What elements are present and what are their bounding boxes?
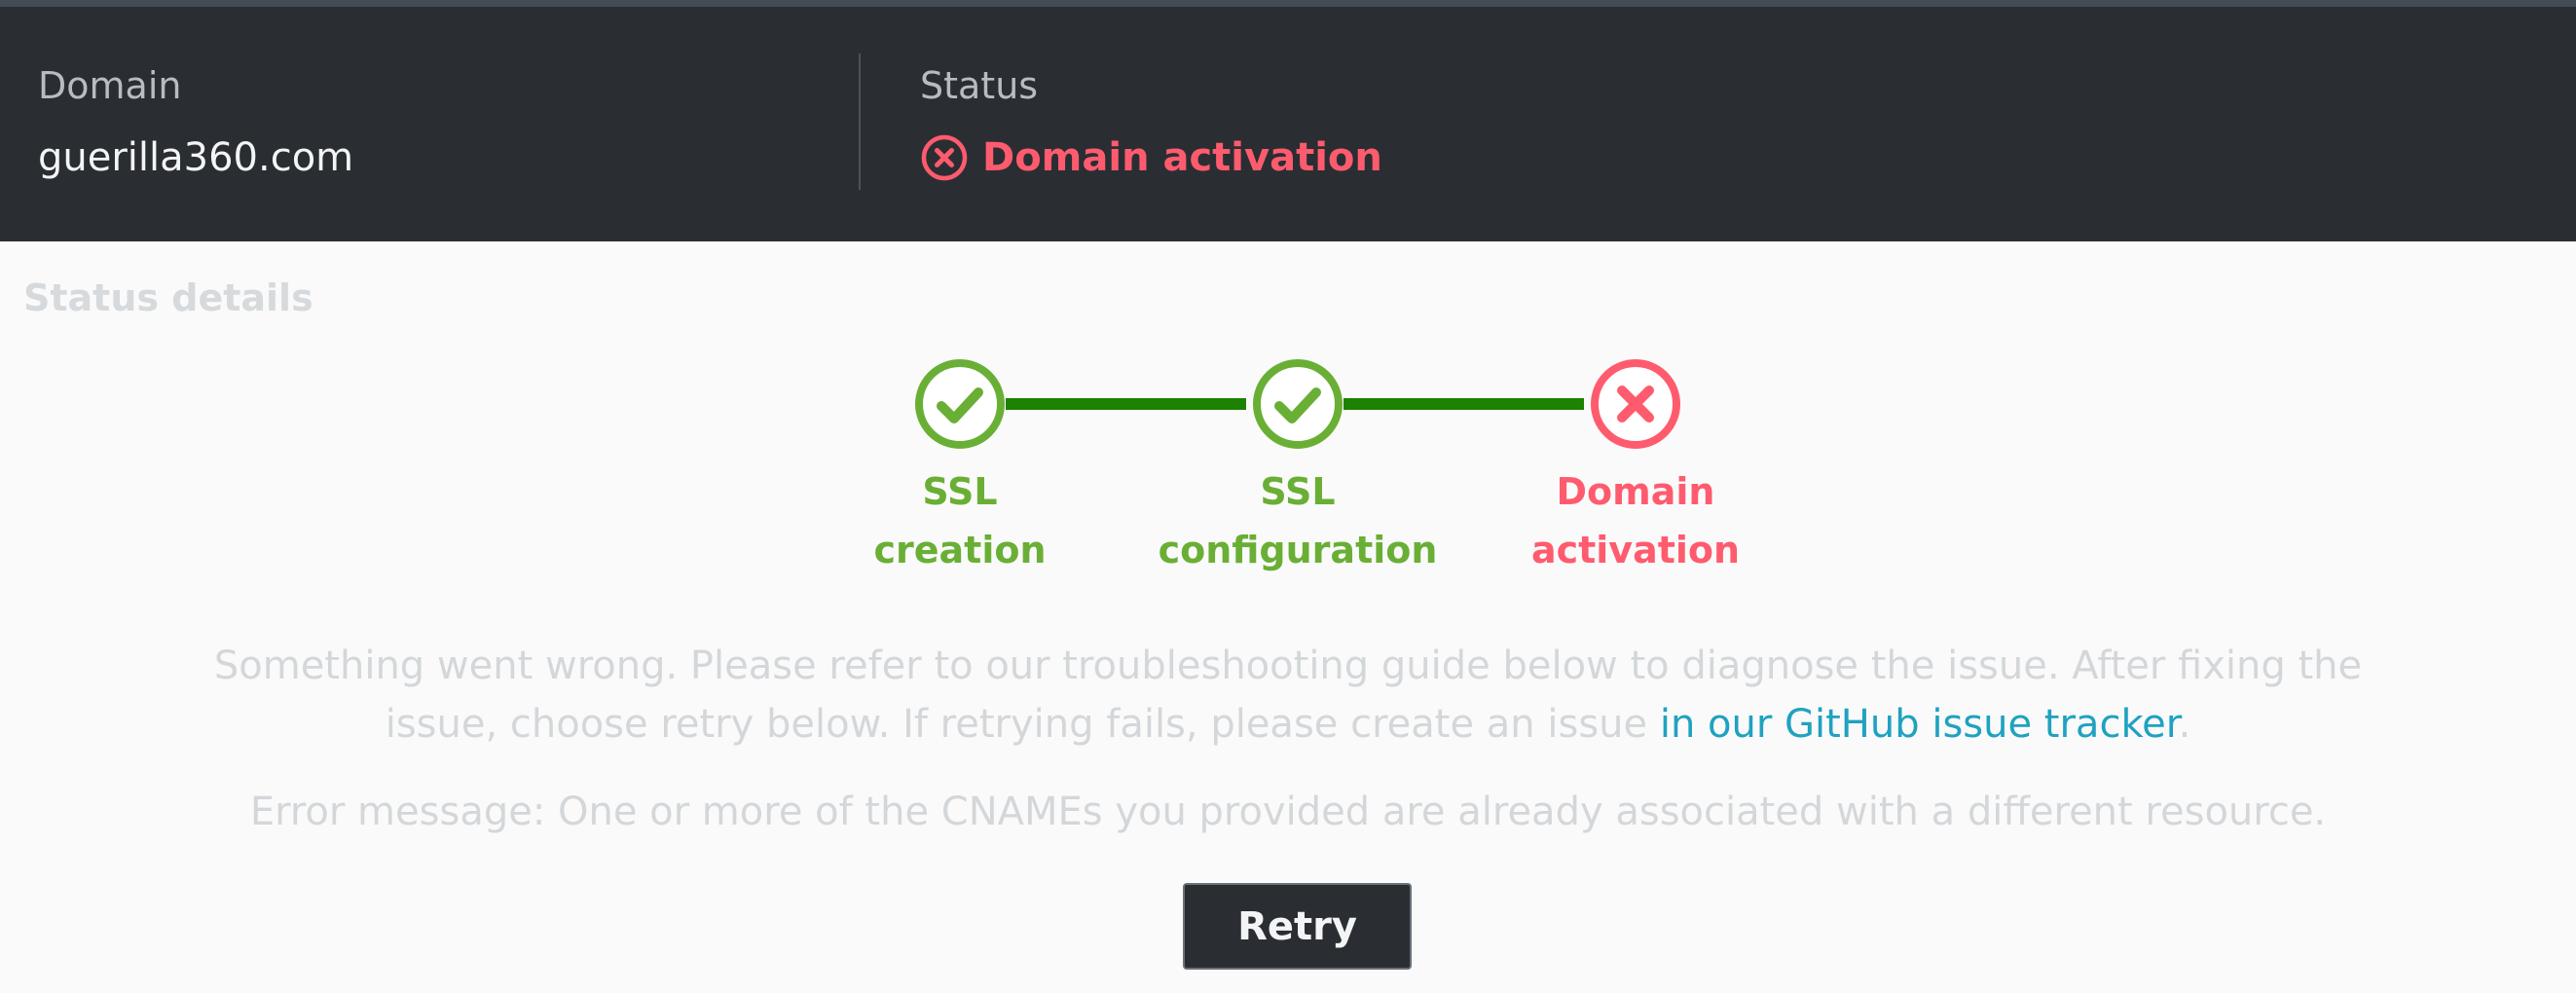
github-issue-tracker-link[interactable]: in our GitHub issue tracker [1660,702,2179,747]
error-circle-icon [1591,359,1680,449]
error-message: Error message: One or more of the CNAMEs… [249,790,2327,834]
step-connector-2 [1343,398,1584,410]
step-label-ssl-creation: SSL creation [804,462,1116,579]
retry-button[interactable]: Retry [1183,883,1412,970]
step-label-line: SSL [1260,470,1336,513]
message-line-2-period: . [2178,702,2191,747]
step-label-line: SSL [922,470,998,513]
message-line-2-text: issue, choose retry below. If retrying f… [385,702,1660,747]
step-connector-1 [1006,398,1246,410]
check-circle-icon [915,359,1005,449]
progress-stepper: SSL creation SSL configuration Domain ac… [0,0,2576,604]
check-circle-icon [1253,359,1343,449]
troubleshooting-message: Something went wrong. Please refer to ou… [117,637,2459,754]
step-label-ssl-configuration: SSL configuration [1142,462,1454,579]
step-label-line: Domain [1556,470,1715,513]
step-label-line: creation [873,529,1047,571]
step-label-line: activation [1530,529,1741,571]
step-label-line: configuration [1158,529,1438,571]
message-line-2: issue, choose retry below. If retrying f… [117,695,2459,754]
message-line-1: Something went wrong. Please refer to ou… [213,644,2363,688]
step-label-domain-activation: Domain activation [1480,462,1791,579]
